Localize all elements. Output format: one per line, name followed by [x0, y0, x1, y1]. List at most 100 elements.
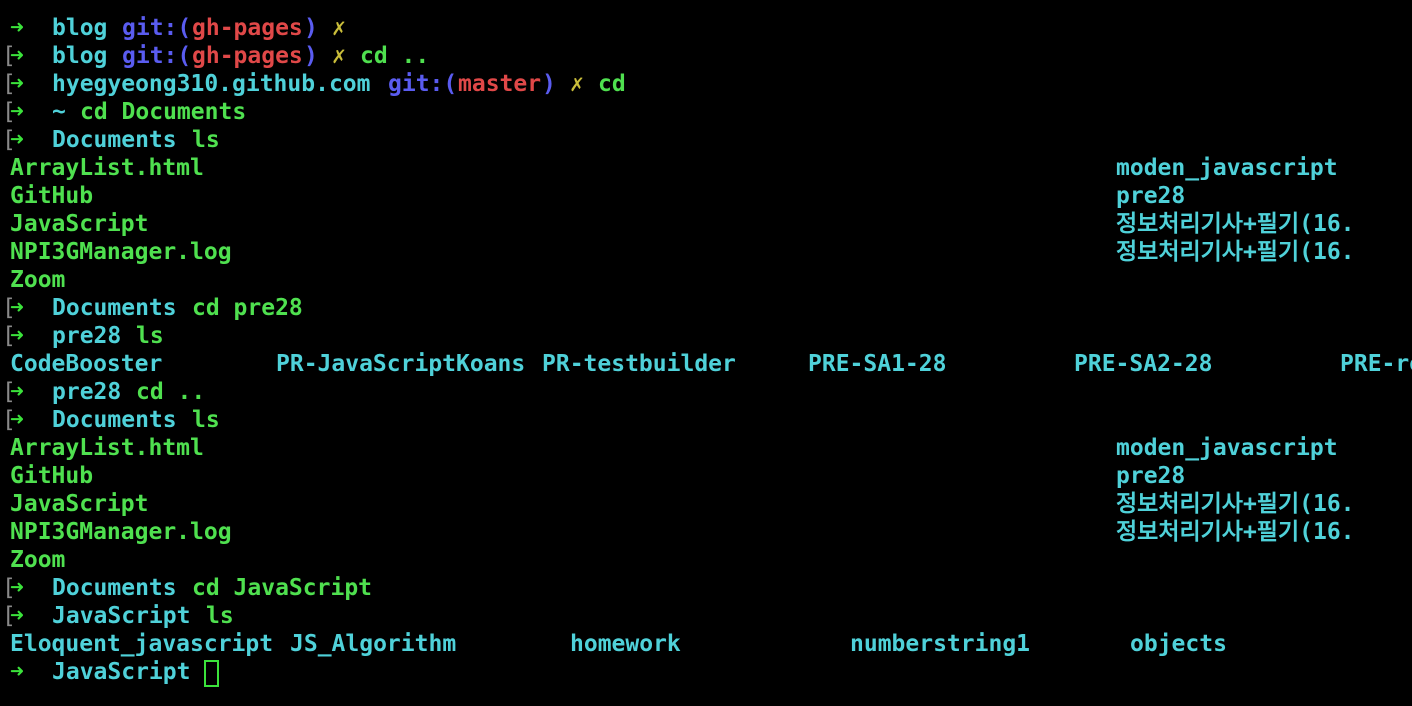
prompt-arrow-icon: ➜	[10, 379, 24, 405]
prompt-arrow-icon: ➜	[10, 659, 24, 685]
prompt-arrow-icon: ➜	[10, 127, 24, 153]
prompt-arrow-icon: ➜	[10, 15, 24, 41]
prompt-arrow-icon: ➜	[10, 295, 24, 321]
prompt-arrow-icon: ➜	[10, 71, 24, 97]
folder-entry: PR-JavaScriptKoans	[276, 351, 526, 377]
git-label-close: )	[304, 15, 318, 41]
prompt-line: [ ➜ JavaScript ls	[0, 602, 234, 630]
folder-entry: objects	[1130, 631, 1227, 657]
prompt-arrow-icon: ➜	[10, 603, 24, 629]
ls-output-row: Eloquent_javascript JS_Algorithm homewor…	[0, 630, 1227, 658]
ls-output-row: ArrayList.html moden_javascript	[0, 154, 1338, 182]
prompt-directory: Documents	[52, 575, 177, 601]
folder-entry: Zoom	[10, 547, 66, 573]
ls-output-row: JavaScript 정보처리기사+필기(16.	[0, 490, 1355, 518]
command-text: ls	[206, 603, 234, 629]
git-branch: gh-pages	[192, 43, 303, 69]
prompt-directory: Documents	[52, 295, 177, 321]
ls-output-row: JavaScript 정보처리기사+필기(16.	[0, 210, 1355, 238]
command-text: cd ..	[360, 43, 430, 69]
folder-entry: Eloquent_javascript	[10, 631, 274, 657]
folder-entry: 정보처리기사+필기(16.	[1116, 239, 1355, 265]
folder-entry: PRE-SA1-28	[808, 351, 947, 377]
folder-entry: 정보처리기사+필기(16.	[1116, 491, 1355, 517]
prompt-line: [ ➜ Documents ls	[0, 126, 220, 154]
prompt-line: [ ➜ Documents ls	[0, 406, 220, 434]
command-text: cd Documents	[80, 99, 247, 125]
prompt-directory: Documents	[52, 407, 177, 433]
ls-output-row: GitHub pre28	[0, 462, 1185, 490]
dirty-mark-icon: ✗	[332, 15, 346, 41]
git-label: git:(	[122, 43, 192, 69]
git-branch: gh-pages	[192, 15, 303, 41]
file-entry: ArrayList.html	[10, 435, 204, 461]
terminal-window[interactable]: ➜ blog git:( gh-pages ) ✗ [ ➜ blog git:(…	[0, 0, 1412, 706]
prompt-line: [ ➜ ~ cd Documents	[0, 98, 246, 126]
ls-output-row: NPI3GManager.log 정보처리기사+필기(16.	[0, 238, 1355, 266]
git-label-close: )	[304, 43, 318, 69]
prompt-line: [ ➜ hyegyeong310.github.com git:( master…	[0, 70, 626, 98]
folder-entry: GitHub	[10, 463, 94, 489]
prompt-arrow-icon: ➜	[10, 407, 24, 433]
active-prompt-line[interactable]: ➜ JavaScript	[0, 658, 219, 687]
ls-output-row: CodeBooster PR-JavaScriptKoans PR-testbu…	[0, 350, 1412, 378]
folder-entry: Zoom	[10, 267, 66, 293]
folder-entry: PRE-SA2-28	[1074, 351, 1213, 377]
folder-entry: PR-testbuilder	[542, 351, 736, 377]
file-entry: NPI3GManager.log	[10, 239, 232, 265]
git-label: git:(	[122, 15, 192, 41]
prompt-directory: JavaScript	[52, 659, 191, 685]
folder-entry: JS_Algorithm	[290, 631, 457, 657]
ls-output-row: GitHub pre28	[0, 182, 1185, 210]
git-label-close: )	[542, 71, 556, 97]
file-entry: ArrayList.html	[10, 155, 204, 181]
folder-entry: CodeBooster	[10, 351, 163, 377]
git-branch: master	[458, 71, 542, 97]
command-text: cd	[598, 71, 626, 97]
command-text: ls	[136, 323, 164, 349]
dirty-mark-icon: ✗	[570, 71, 584, 97]
prompt-line: ➜ blog git:( gh-pages ) ✗	[0, 14, 346, 42]
folder-entry: moden_javascript	[1116, 435, 1338, 461]
prompt-directory: pre28	[52, 323, 122, 349]
prompt-arrow-icon: ➜	[10, 575, 24, 601]
ls-output-row: Zoom	[0, 546, 65, 574]
prompt-directory: blog	[52, 43, 108, 69]
folder-entry: pre28	[1116, 463, 1186, 489]
prompt-directory: blog	[52, 15, 108, 41]
command-text: cd ..	[136, 379, 206, 405]
prompt-line: [ ➜ Documents cd pre28	[0, 294, 303, 322]
folder-entry: JavaScript	[10, 491, 149, 517]
prompt-line: [ ➜ Documents cd JavaScript	[0, 574, 372, 602]
folder-entry: 정보처리기사+필기(16.	[1116, 519, 1355, 545]
prompt-arrow-icon: ➜	[10, 43, 24, 69]
ls-output-row: ArrayList.html moden_javascript	[0, 434, 1338, 462]
prompt-arrow-icon: ➜	[10, 99, 24, 125]
command-text: cd pre28	[192, 295, 303, 321]
command-text: ls	[192, 407, 220, 433]
file-entry: NPI3GManager.log	[10, 519, 232, 545]
prompt-directory: hyegyeong310.github.com	[52, 71, 371, 97]
prompt-directory: ~	[52, 99, 66, 125]
folder-entry: GitHub	[10, 183, 94, 209]
prompt-directory: Documents	[52, 127, 177, 153]
ls-output-row: NPI3GManager.log 정보처리기사+필기(16.	[0, 518, 1355, 546]
folder-entry: pre28	[1116, 183, 1186, 209]
prompt-line: [ ➜ blog git:( gh-pages ) ✗ cd ..	[0, 42, 429, 70]
command-text: cd JavaScript	[192, 575, 373, 601]
folder-entry: JavaScript	[10, 211, 149, 237]
text-cursor[interactable]	[204, 660, 219, 687]
folder-entry: moden_javascript	[1116, 155, 1338, 181]
folder-entry: homework	[570, 631, 681, 657]
ls-output-row: Zoom	[0, 266, 65, 294]
prompt-directory: pre28	[52, 379, 122, 405]
command-text: ls	[192, 127, 220, 153]
prompt-directory: JavaScript	[52, 603, 191, 629]
prompt-line: [ ➜ pre28 ls	[0, 322, 164, 350]
dirty-mark-icon: ✗	[332, 43, 346, 69]
prompt-arrow-icon: ➜	[10, 323, 24, 349]
folder-entry: 정보처리기사+필기(16.	[1116, 211, 1355, 237]
prompt-line: [ ➜ pre28 cd ..	[0, 378, 205, 406]
folder-entry: numberstring1	[850, 631, 1031, 657]
folder-entry: PRE-re	[1340, 351, 1412, 377]
